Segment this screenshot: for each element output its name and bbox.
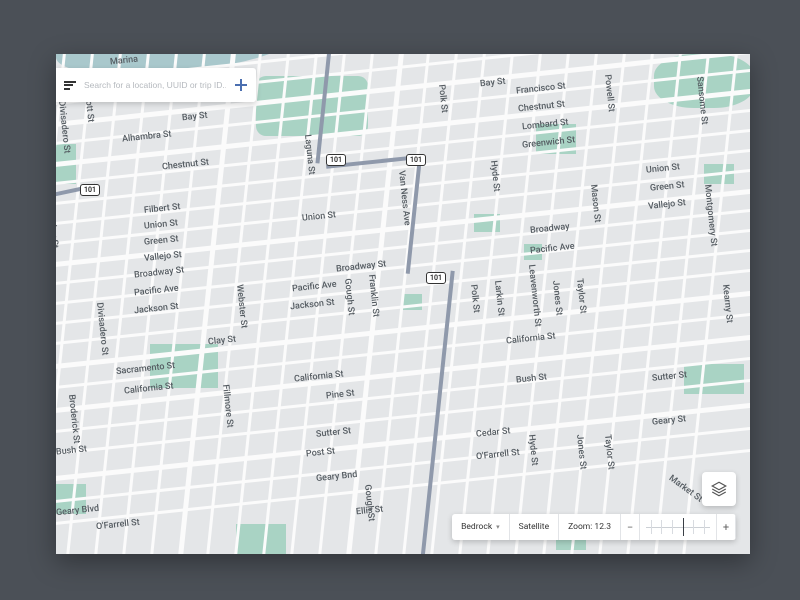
street-label: Pacific Ave	[134, 284, 180, 299]
highway-shield: 101	[326, 154, 346, 166]
street-label: Sutter St	[316, 426, 352, 440]
map-window: 101 101 101 101 Marina Francisco St Bay …	[56, 54, 750, 554]
street-label: Broderick St	[66, 394, 81, 444]
street-label: Jackson St	[290, 298, 335, 313]
layers-button[interactable]	[702, 472, 736, 506]
park	[684, 364, 744, 394]
map-canvas[interactable]: 101 101 101 101 Marina Francisco St Bay …	[56, 54, 750, 554]
street-label: Sutter St	[652, 370, 688, 384]
search-input[interactable]	[84, 80, 226, 90]
zoom-control: − +	[621, 514, 736, 540]
zoom-out-button[interactable]: −	[621, 521, 639, 534]
style-selector[interactable]: Bedrock ▾	[452, 514, 510, 540]
street-label: Jones St	[574, 434, 588, 470]
zoom-slider-handle[interactable]	[683, 518, 685, 536]
zoom-readout: Zoom: 12.3	[559, 514, 621, 540]
street-label: Larkin St	[492, 280, 506, 316]
street-label: Mason St	[588, 184, 602, 223]
zoom-in-button[interactable]: +	[717, 521, 735, 534]
street-label: Filbert St	[144, 202, 181, 216]
add-button[interactable]	[234, 78, 248, 92]
street-label: Baker St	[56, 214, 60, 249]
street-label: Divisadero St	[94, 302, 110, 356]
highway-shield: 101	[80, 184, 100, 196]
street-label: Broadway	[530, 222, 570, 236]
street-label: Polk St	[436, 84, 449, 113]
chevron-down-icon: ▾	[496, 523, 500, 531]
menu-sort-icon[interactable]	[64, 81, 76, 90]
street-label: Bay St	[182, 111, 208, 124]
street-label: Bush St	[516, 372, 548, 385]
street-label: Cedar St	[476, 426, 511, 440]
park	[236, 524, 286, 554]
street-label: Green St	[144, 234, 179, 248]
street-label: Bush St	[56, 444, 87, 457]
street-label: Green St	[650, 180, 685, 194]
highway-shield: 101	[426, 272, 446, 284]
style-label: Bedrock	[461, 522, 492, 532]
street-label: Van Ness Ave	[396, 170, 412, 226]
layers-icon	[710, 480, 728, 498]
street-label: California St	[506, 331, 556, 346]
zoom-slider[interactable]	[639, 514, 717, 540]
street-label: Francisco St	[516, 81, 567, 96]
search-bar	[56, 68, 256, 102]
street-label: Bay St	[480, 77, 506, 90]
street-label: Union St	[646, 162, 681, 175]
street-label: Broadway St	[134, 265, 185, 280]
street-label: Polk St	[468, 284, 481, 313]
street-label: Geary St	[652, 414, 687, 428]
highway-shield: 101	[406, 154, 426, 166]
street-label: Union St	[302, 210, 337, 223]
map-controls-bar: Bedrock ▾ Satellite Zoom: 12.3 − +	[452, 514, 736, 540]
street-label: Hyde St	[526, 434, 539, 466]
satellite-toggle[interactable]: Satellite	[510, 514, 559, 540]
street-label: Market St	[667, 473, 704, 504]
street-label: Alhambra St	[122, 129, 172, 144]
